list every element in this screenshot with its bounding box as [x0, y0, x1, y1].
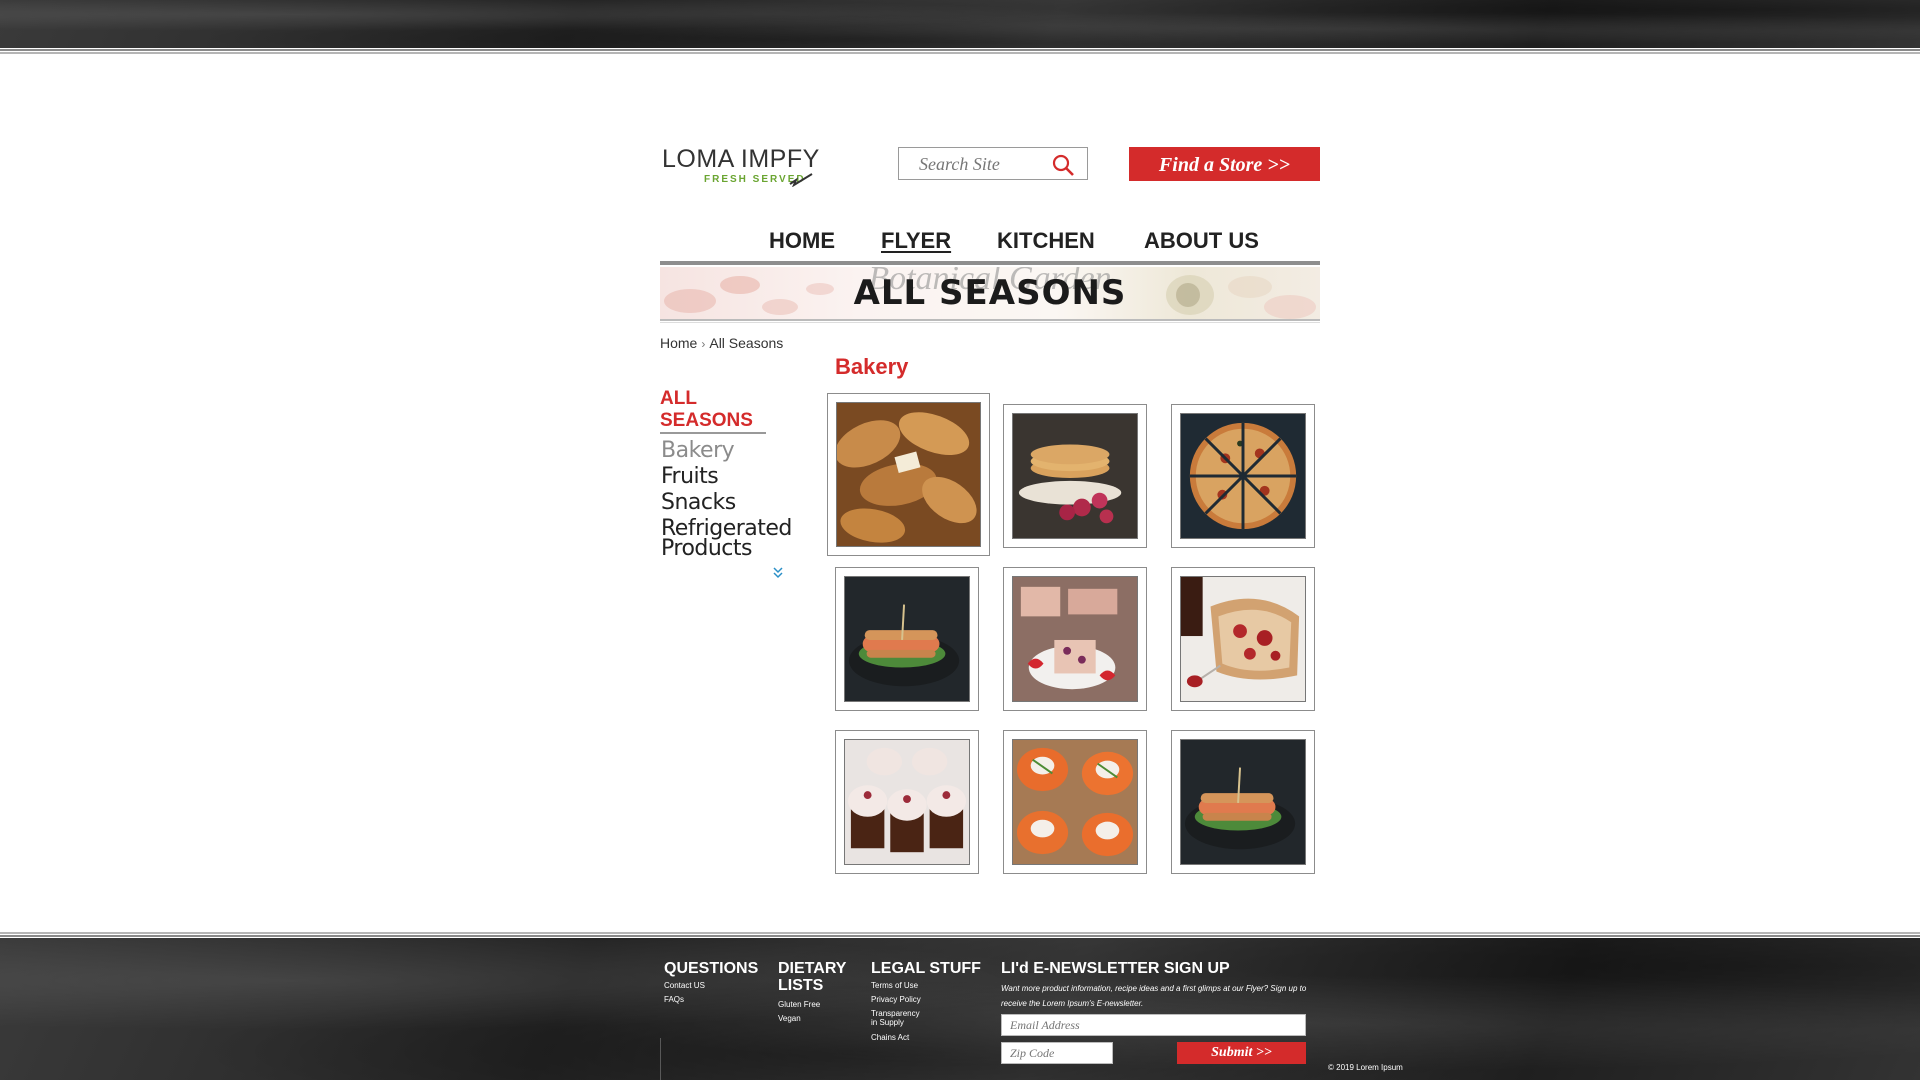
footer-link-contact-us[interactable]: Contact US [664, 981, 705, 990]
footer-link-vegan[interactable]: Vegan [778, 1014, 801, 1023]
product-tile-salmon-canapes[interactable] [1003, 730, 1147, 874]
product-tile-strawberry-cake[interactable] [1003, 567, 1147, 711]
footer-link-faqs[interactable]: FAQs [664, 995, 684, 1004]
footer-link-transparency[interactable]: Transparency in Supply [871, 1009, 921, 1027]
pizza-slices-image [1180, 413, 1306, 539]
search-icon[interactable] [1051, 153, 1075, 177]
sidebar-category-list: Bakery Fruits Snacks Refrigerated Produc… [661, 440, 801, 565]
product-tile-bread-loaves[interactable] [827, 393, 990, 556]
sidebar-item-refrigerated-products[interactable]: Refrigerated Products [661, 518, 801, 560]
sidebar-item-snacks[interactable]: Snacks [661, 492, 801, 514]
search-box [898, 147, 1088, 180]
salmon-sandwich-image [844, 576, 970, 702]
footer-dietary-title: DIETARY LISTS [778, 960, 847, 994]
nav-flyer[interactable]: FLYER [881, 228, 951, 254]
copyright: © 2019 Lorem Ipsum [1328, 1063, 1403, 1072]
nav-about-us[interactable]: ABOUT US [1144, 228, 1259, 254]
banner-divider [660, 319, 1320, 323]
footer: QUESTIONS Contact US FAQs DIETARY LISTS … [0, 938, 1920, 1080]
find-store-button[interactable]: Find a Store >> [1129, 147, 1320, 181]
footer-legal-title: LEGAL STUFF [871, 960, 981, 977]
breadcrumb-current: All Seasons [709, 335, 784, 351]
strawberry-cake-image [1012, 576, 1138, 702]
pancakes-raspberries-image [1012, 413, 1138, 539]
sidebar-divider [660, 432, 766, 434]
product-tile-salmon-sandwich[interactable] [835, 567, 979, 711]
main-nav: HOME FLYER KITCHEN ABOUT US [660, 228, 1320, 258]
logo[interactable]: LOMA IMPFY FRESH SERVED [662, 145, 822, 190]
footer-questions-title: QUESTIONS [664, 960, 759, 977]
sidebar-item-bakery[interactable]: Bakery [661, 440, 801, 462]
product-tile-pancakes[interactable] [1003, 404, 1147, 548]
product-tile-bread-jam[interactable] [1171, 567, 1315, 711]
nav-divider [660, 261, 1320, 265]
footer-newsletter-description: Want more product information, recipe id… [1001, 984, 1307, 1008]
product-tile-pizza[interactable] [1171, 404, 1315, 548]
bread-with-jam-image [1180, 576, 1306, 702]
category-title: Bakery [835, 354, 909, 379]
salmon-canapes-image [1012, 739, 1138, 865]
salmon-sandwich-image [1180, 739, 1306, 865]
chevron-double-down-icon[interactable] [773, 567, 783, 579]
logo-brand: LOMA IMPFY [662, 145, 820, 173]
footer-link-privacy[interactable]: Privacy Policy [871, 995, 921, 1004]
nav-kitchen[interactable]: KITCHEN [997, 228, 1095, 254]
sidebar-heading: ALL SEASONS [660, 388, 753, 431]
page-banner: Botanical Garden ALL SEASONS [660, 267, 1320, 319]
cupcakes-image [844, 739, 970, 865]
product-tile-cupcakes[interactable] [835, 730, 979, 874]
sidebar-item-fruits[interactable]: Fruits [661, 466, 801, 488]
search-input[interactable] [907, 152, 1047, 176]
product-tile-salmon-sandwich-2[interactable] [1171, 730, 1315, 874]
breadcrumb: Home › All Seasons [660, 335, 783, 351]
footer-newsletter-title: LI'd E-NEWSLETTER SIGN UP [1001, 960, 1230, 977]
top-stone-band [0, 0, 1920, 48]
footer-link-chains-act[interactable]: Chains Act [871, 1033, 909, 1042]
nav-home[interactable]: HOME [769, 228, 835, 254]
banner-title: ALL SEASONS [853, 273, 1127, 313]
breadcrumb-home[interactable]: Home [660, 335, 697, 351]
footer-divider [660, 1038, 661, 1080]
email-field[interactable] [1001, 1014, 1306, 1036]
footer-link-gluten-free[interactable]: Gluten Free [778, 1000, 820, 1009]
logo-check-icon [789, 173, 813, 187]
breadcrumb-separator-icon: › [701, 337, 706, 351]
bread-loaves-image [836, 402, 981, 547]
footer-link-terms[interactable]: Terms of Use [871, 981, 918, 990]
submit-button[interactable]: Submit >> [1177, 1042, 1306, 1064]
zip-code-field[interactable] [1001, 1042, 1113, 1064]
top-divider [0, 48, 1920, 54]
